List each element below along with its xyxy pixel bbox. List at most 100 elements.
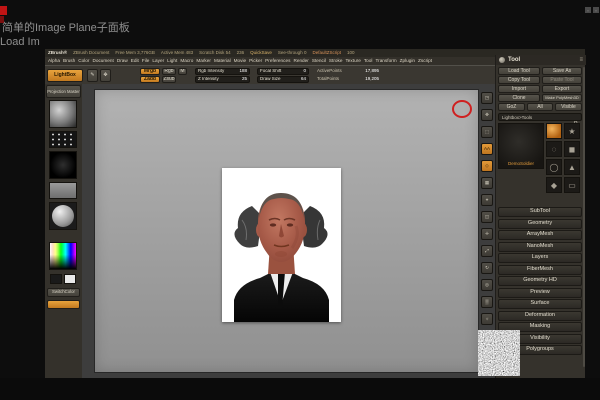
menu-marker[interactable]: Marker	[196, 58, 211, 64]
goz-button[interactable]: GoZ	[498, 103, 525, 111]
menu-zplugin[interactable]: Zplugin	[400, 58, 415, 64]
sculpt-head-image[interactable]	[222, 168, 341, 322]
menu-macro[interactable]: Macro	[180, 58, 193, 64]
lightbox-button[interactable]: LightBox	[47, 69, 83, 82]
stroke-thumbnail[interactable]	[49, 131, 77, 148]
current-brush-thumbnail[interactable]	[49, 100, 77, 128]
draw-size-slider[interactable]: Draw Size 64	[257, 76, 309, 83]
scroll-icon[interactable]: ✥	[481, 109, 493, 121]
paste-tool-button[interactable]: Paste Tool	[542, 76, 582, 84]
section-fibermesh[interactable]: FiberMesh	[498, 265, 582, 275]
menu-alpha[interactable]: Alpha	[48, 58, 60, 64]
load-tool-button[interactable]: Load Tool	[498, 67, 540, 75]
perspective-icon[interactable]: ◇	[481, 160, 493, 172]
texture-thumbnail[interactable]	[49, 182, 77, 199]
make-polymesh3d-button[interactable]: Make PolyMesh3D	[542, 94, 582, 102]
main-color-swatch[interactable]	[50, 274, 62, 284]
rgb-intensity-slider[interactable]: Rgb Intensity 188	[195, 68, 250, 75]
clone-button[interactable]: Clone	[498, 94, 540, 102]
menu-zscript[interactable]: Zscript	[418, 58, 432, 64]
focal-shift-slider[interactable]: Focal Shift 0	[257, 68, 309, 75]
tool-thumbnail-polysphere[interactable]	[546, 123, 562, 139]
tool-thumbnail[interactable]: ◯	[546, 159, 562, 175]
projection-master-button[interactable]: Projection Master	[46, 85, 81, 98]
draw-pointer-icon[interactable]: ✎	[87, 69, 98, 82]
menu-light[interactable]: Light	[167, 58, 177, 64]
menu-texture[interactable]: Texture	[345, 58, 360, 64]
section-deformation[interactable]: Deformation	[498, 311, 582, 321]
tool-thumbnail[interactable]: ◼	[564, 141, 580, 157]
palette-scrollbar[interactable]	[583, 67, 585, 367]
menu-file[interactable]: File	[142, 58, 150, 64]
rotate-icon[interactable]: ↻	[481, 262, 493, 274]
canvas-area[interactable]	[82, 84, 495, 378]
floor-grid-icon[interactable]: ▦	[481, 177, 493, 189]
mrgb-button[interactable]: Mrgb	[140, 68, 160, 75]
menu-movie[interactable]: Movie	[234, 58, 247, 64]
see-through-slider[interactable]: See-through 0	[278, 50, 307, 56]
z-intensity-slider[interactable]: Z Intensity 25	[195, 76, 250, 83]
menu-stroke[interactable]: Stroke	[329, 58, 343, 64]
ghost-icon[interactable]: ☼	[481, 313, 493, 325]
corner-icon[interactable]: ▫	[585, 7, 591, 13]
goz-visible-button[interactable]: Visible	[555, 103, 582, 111]
export-button[interactable]: Export	[542, 85, 582, 93]
menu-picker[interactable]: Picker	[249, 58, 262, 64]
menu-material[interactable]: Material	[214, 58, 231, 64]
active-tool-thumbnail[interactable]: DemoSoldier	[498, 123, 544, 169]
tool-thumbnail[interactable]: ◌	[546, 141, 562, 157]
solo-icon[interactable]: ◎	[481, 279, 493, 291]
section-preview[interactable]: Preview	[498, 288, 582, 298]
quicksave-button[interactable]: QuickSave	[250, 50, 272, 56]
bpr-icon[interactable]: ◳	[481, 92, 493, 104]
menu-stencil[interactable]: Stencil	[312, 58, 326, 64]
menu-draw[interactable]: Draw	[117, 58, 128, 64]
tool-thumbnail[interactable]: ▭	[564, 177, 580, 193]
section-layers[interactable]: Layers	[498, 253, 582, 263]
menu-color[interactable]: Color	[78, 58, 89, 64]
menu-edit[interactable]: Edit	[131, 58, 139, 64]
menu-layer[interactable]: Layer	[152, 58, 164, 64]
alpha-thumbnail[interactable]	[49, 151, 77, 179]
color-picker[interactable]	[49, 242, 77, 270]
goz-all-button[interactable]: All	[527, 103, 553, 111]
material-highlight-bar[interactable]	[47, 300, 80, 309]
menu-tool[interactable]: Tool	[364, 58, 373, 64]
m-button[interactable]: M	[178, 68, 187, 75]
palette-menu-icon[interactable]: ≡	[579, 57, 583, 63]
actual-size-icon[interactable]: ⬚	[481, 126, 493, 138]
menu-document[interactable]: Document	[92, 58, 113, 64]
section-subtool[interactable]: SubTool	[498, 207, 582, 217]
menu-brush[interactable]: Brush	[63, 58, 75, 64]
menu-preferences[interactable]: Preferences	[265, 58, 290, 64]
lightbox-tools-bar[interactable]: Lightbox>Tools	[498, 113, 582, 121]
transparency-icon[interactable]: ▒	[481, 296, 493, 308]
tool-thumbnail[interactable]: ◆	[546, 177, 562, 193]
section-nanomesh[interactable]: NanoMesh	[498, 242, 582, 252]
tool-thumbnail[interactable]: ★	[564, 123, 580, 139]
aa-half-icon[interactable]: AA	[481, 143, 493, 155]
section-surface[interactable]: Surface	[498, 299, 582, 309]
import-button[interactable]: Import	[498, 85, 540, 93]
menu-transform[interactable]: Transform	[375, 58, 396, 64]
material-thumbnail[interactable]	[49, 202, 77, 230]
gyro-icon[interactable]: ✥	[100, 69, 111, 82]
section-arraymesh[interactable]: ArrayMesh	[498, 230, 582, 240]
menu-render[interactable]: Render	[293, 58, 308, 64]
corner-icon[interactable]: ▫	[593, 7, 599, 13]
zsub-button[interactable]: Zsub	[162, 76, 176, 83]
move-icon[interactable]: ✛	[481, 228, 493, 240]
switch-color-button[interactable]: SwitchColor	[47, 288, 80, 297]
zadd-button[interactable]: Zadd	[140, 76, 160, 83]
tool-thumbnail[interactable]: ▲	[564, 159, 580, 175]
section-geometry[interactable]: Geometry	[498, 219, 582, 229]
rgb-button[interactable]: Rgb	[162, 68, 176, 75]
section-geometry-hd[interactable]: Geometry HD	[498, 276, 582, 286]
document[interactable]	[95, 90, 478, 372]
secondary-color-swatch[interactable]	[64, 274, 76, 284]
lsym-icon[interactable]: ◫	[481, 211, 493, 223]
save-as-button[interactable]: Save As	[542, 67, 582, 75]
local-pivot-icon[interactable]: ⌖	[481, 194, 493, 206]
copy-tool-button[interactable]: Copy Tool	[498, 76, 540, 84]
scale-icon[interactable]: ⤢	[481, 245, 493, 257]
